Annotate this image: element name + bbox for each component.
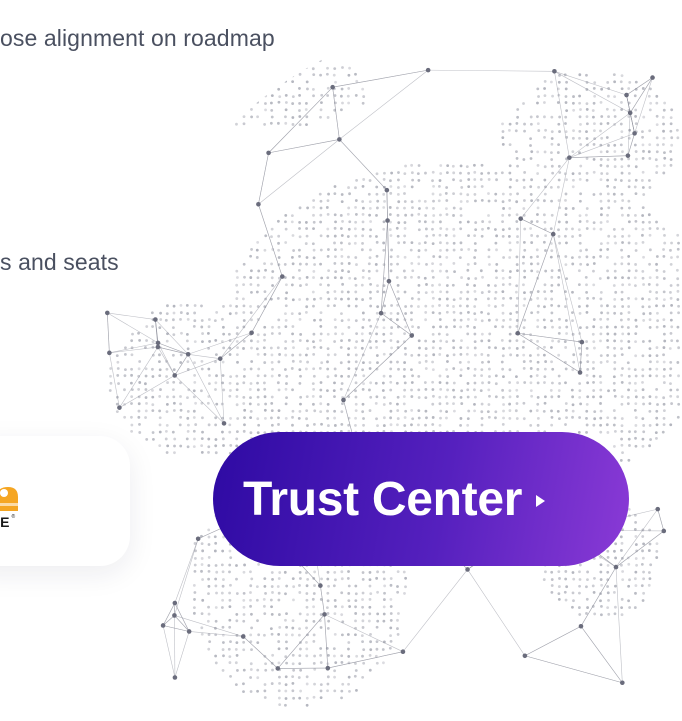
trust-center-label: Trust Center	[243, 472, 523, 526]
trust-center-button[interactable]: Trust Center	[213, 432, 629, 566]
feature-text-roadmap: ose alignment on roadmap	[0, 25, 275, 51]
triangle-right-icon	[536, 495, 546, 507]
page: ose alignment on roadmap s and seats RE®…	[0, 0, 682, 721]
logo-wordmark: RE®	[0, 514, 18, 530]
feature-text-seats: s and seats	[0, 249, 119, 275]
partner-logo-card: RE®	[0, 436, 130, 566]
vendor-logo-icon	[0, 487, 18, 511]
dotted-globe-network-icon	[105, 51, 681, 707]
